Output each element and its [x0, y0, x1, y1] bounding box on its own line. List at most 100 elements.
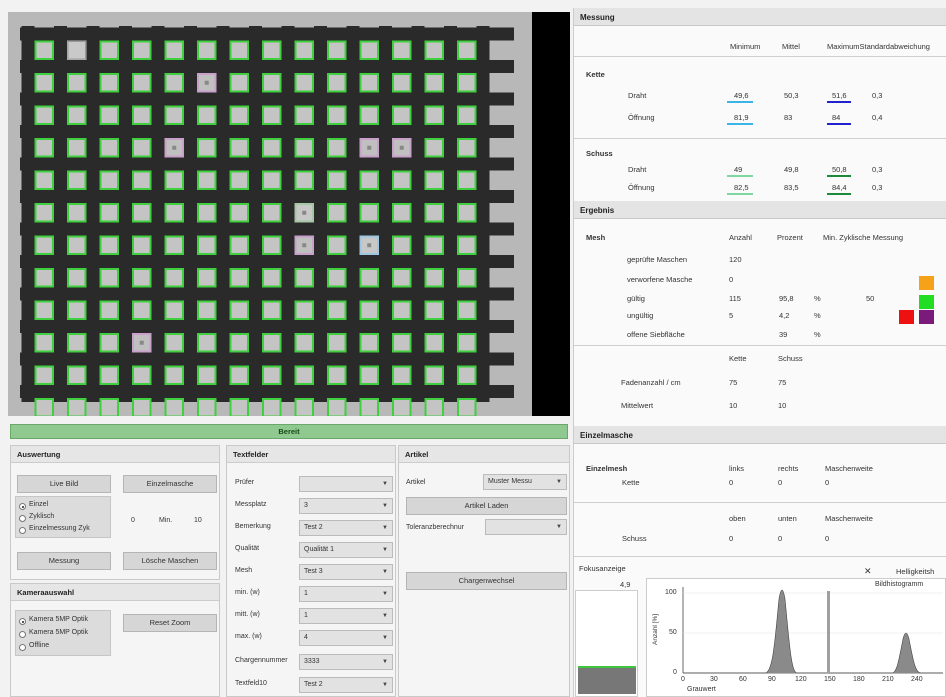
- x-tick: 60: [739, 676, 747, 683]
- textfields-panel: Textfelder Prüfer ▼ Messplatz 3 ▼ Bemerkung Te…: [226, 445, 396, 697]
- live-image-button[interactable]: Live Bild: [17, 475, 111, 493]
- result-row-anzahl: 120: [729, 255, 742, 264]
- fadenanzahl-label: Fadenanzahl / cm: [621, 378, 681, 387]
- camera-view[interactable]: [8, 12, 570, 416]
- histogram-xlabel: Grauwert: [687, 686, 716, 693]
- textfield-label: Mesh: [235, 567, 253, 574]
- result-row-label: offene Siebfläche: [627, 330, 685, 339]
- delete-meshes-button[interactable]: Lösche Maschen: [123, 552, 217, 570]
- mesh-label: Mesh: [586, 233, 606, 242]
- mittelwert-kette: 10: [729, 401, 738, 410]
- result-row-unit: %: [814, 330, 821, 339]
- batch-change-button[interactable]: Chargenwechsel: [406, 572, 567, 590]
- reset-zoom-button[interactable]: Reset Zoom: [123, 614, 217, 632]
- schuss-oeffnung-mittel: 83,5: [784, 183, 799, 192]
- textfield-label: Chargennummer: [235, 657, 288, 664]
- textfield-value: Test 2: [304, 524, 323, 531]
- camera-radio-group: Kamera 5MP Optik Kamera 5MP Optik Offlin…: [15, 610, 111, 656]
- radio-camera-1[interactable]: [19, 618, 26, 625]
- close-icon[interactable]: ✕: [864, 566, 872, 577]
- schuss-draht-label: Draht: [628, 165, 647, 174]
- single-mesh-button[interactable]: Einzelmasche: [123, 475, 217, 493]
- radio-einzelmessung-zyk[interactable]: [19, 527, 26, 534]
- app-window: Messung Minimum Mittel MaximumStandardab…: [0, 0, 946, 697]
- min-label: Min.: [159, 517, 173, 524]
- col-kette: Kette: [729, 354, 747, 363]
- article-select[interactable]: Muster Messu ▼: [483, 474, 567, 490]
- load-article-button[interactable]: Artikel Laden: [406, 497, 567, 515]
- radio-camera-2[interactable]: [19, 631, 26, 638]
- schuss-oeffnung-std: 0,3: [872, 183, 883, 192]
- color-swatch-green: [919, 295, 934, 309]
- textfield-label: Textfeld10: [235, 680, 267, 687]
- textfield-value: 3: [304, 502, 308, 509]
- chevron-down-icon: ▼: [382, 659, 388, 665]
- textfield-select[interactable]: 4 ▼: [299, 630, 393, 646]
- auswertung-header: Auswertung: [11, 446, 219, 463]
- textfield-value: 4: [304, 634, 308, 641]
- textfield-select[interactable]: 1 ▼: [299, 608, 393, 624]
- textfield-label: max. (w): [235, 633, 262, 640]
- col-mittel: Mittel: [782, 42, 800, 51]
- x-tick: 150: [824, 676, 836, 683]
- result-row-anzahl: 115: [729, 294, 741, 303]
- interval-value[interactable]: 0: [131, 517, 135, 524]
- color-swatch-purple: [919, 310, 934, 324]
- radio-offline[interactable]: [19, 644, 26, 651]
- kette-draht-min: 49,6: [734, 91, 749, 100]
- chevron-down-icon: ▼: [556, 524, 562, 530]
- radio-zyklisch[interactable]: [19, 515, 26, 522]
- textfield-label: min. (w): [235, 589, 260, 596]
- focus-label: Fokusanzeige: [579, 564, 626, 573]
- textfield-select[interactable]: 3333 ▼: [299, 654, 393, 670]
- single-kette-links: 0: [729, 478, 734, 487]
- kette-oeffnung-mittel: 83: [784, 113, 793, 122]
- x-tick: 0: [681, 676, 685, 683]
- schuss-oeffnung-max: 84,4: [832, 183, 847, 192]
- measure-button[interactable]: Messung: [17, 552, 111, 570]
- mesh-image[interactable]: [8, 12, 532, 416]
- textfield-select[interactable]: Qualität 1 ▼: [299, 542, 393, 558]
- textfield-select[interactable]: Test 2 ▼: [299, 677, 393, 693]
- schuss-label: Schuss: [586, 149, 613, 158]
- fadenanzahl-schuss: 75: [778, 378, 787, 387]
- result-row-label: verworfene Masche: [627, 275, 693, 284]
- col-min-zyklisch: Min. Zyklische Messung: [823, 233, 904, 242]
- col-prozent: Prozent: [777, 233, 803, 242]
- single-kette-weite: 0: [825, 478, 830, 487]
- textfield-select[interactable]: Test 3 ▼: [299, 564, 393, 580]
- radio-label: Einzel: [29, 501, 49, 508]
- textfield-select[interactable]: ▼: [299, 476, 393, 492]
- result-row-extra: 50: [866, 294, 875, 303]
- chevron-down-icon: ▼: [556, 479, 562, 485]
- result-row-label: geprüfte Maschen: [627, 255, 688, 264]
- chevron-down-icon: ▼: [382, 613, 388, 619]
- textfield-value: 3333: [304, 658, 320, 665]
- radio-label: Offline: [29, 642, 50, 649]
- histogram-chart: Bildhistogramm 100 50 0 Anzahl [%] 0 30 …: [646, 578, 946, 697]
- single-schuss-weite: 0: [825, 534, 830, 543]
- result-header: Ergebnis: [574, 201, 946, 219]
- textfield-select[interactable]: 1 ▼: [299, 586, 393, 602]
- fadenanzahl-kette: 75: [729, 378, 738, 387]
- tolerance-select[interactable]: ▼: [485, 519, 567, 535]
- textfield-label: Messplatz: [235, 501, 267, 508]
- camera-panel: Kameraauswahl Kamera 5MP Optik Kamera 5M…: [10, 583, 220, 697]
- kette-oeffnung-max: 84: [832, 113, 841, 122]
- textfield-select[interactable]: 3 ▼: [299, 498, 393, 514]
- measurement-header: Messung: [574, 8, 946, 26]
- textfield-select[interactable]: Test 2 ▼: [299, 520, 393, 536]
- radio-einzel[interactable]: [19, 503, 26, 510]
- chevron-down-icon: ▼: [382, 547, 388, 553]
- col-rechts: rechts: [778, 464, 799, 473]
- schuss-draht-max: 50,8: [832, 165, 847, 174]
- radio-label: Zyklisch: [29, 513, 55, 520]
- schuss-oeffnung-min: 82,5: [734, 183, 749, 192]
- result-row-label: ungültig: [627, 311, 654, 320]
- single-mesh-header: Einzelmasche: [574, 426, 946, 444]
- col-maschenweite-2: Maschenweite: [825, 514, 873, 523]
- min-value[interactable]: 10: [194, 517, 202, 524]
- mittelwert-label: Mittelwert: [621, 401, 654, 410]
- textfield-label: mitt. (w): [235, 611, 260, 618]
- focus-gauge: [575, 590, 638, 697]
